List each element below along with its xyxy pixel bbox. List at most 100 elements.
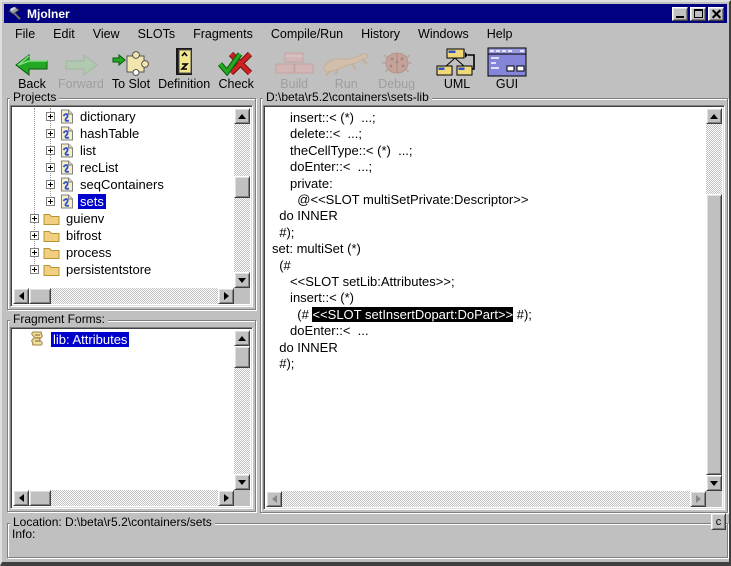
scroll-left-button[interactable] [13,490,29,506]
code-line[interactable]: do INNER [272,208,706,224]
code-line[interactable]: do INNER [272,340,706,356]
scroll-document-icon [29,331,45,347]
maximize-button[interactable] [690,7,706,21]
expand-icon[interactable] [30,265,39,274]
folder-icon [43,212,60,225]
scroll-up-button[interactable] [234,330,250,346]
run-button[interactable]: Run [318,45,374,91]
code-line[interactable]: #); [272,225,706,241]
code-line[interactable]: insert::< (*) ...; [272,110,706,126]
tree-item-dictionary[interactable]: dictionary [13,108,234,125]
expand-icon[interactable] [46,197,55,206]
tree-item-bifrost[interactable]: bifrost [13,227,234,244]
code-line[interactable]: doEnter::< ...; [272,159,706,175]
menu-view[interactable]: View [84,25,129,43]
code-line[interactable]: private: [272,176,706,192]
expand-icon[interactable] [46,112,55,121]
scroll-left-button[interactable] [266,491,282,507]
expand-icon[interactable] [30,248,39,257]
back-arrow-icon [14,53,50,77]
code-line-with-selection[interactable]: (# <<SLOT setInsertDopart:DoPart>> #); [272,307,706,323]
menu-help[interactable]: Help [478,25,522,43]
expand-icon[interactable] [30,214,39,223]
tree-item-label: recList [78,160,120,175]
minimize-button[interactable] [672,7,688,21]
menu-file[interactable]: File [6,25,44,43]
menu-history[interactable]: History [352,25,409,43]
gui-button[interactable]: GUI [483,45,531,91]
close-button[interactable] [708,7,724,21]
code-line[interactable]: theCellType::< (*) ...; [272,143,706,159]
scroll-up-button[interactable] [234,108,250,124]
scroll-up-button[interactable] [706,108,722,124]
tree-item-list[interactable]: list [13,142,234,159]
debug-button[interactable]: Debug [374,45,419,91]
scroll-down-button[interactable] [706,475,722,491]
code-line[interactable]: @<<SLOT multiSetPrivate:Descriptor>> [272,192,706,208]
tree-item-process[interactable]: process [13,244,234,261]
arrow-up-icon [238,332,246,341]
scroll-thumb[interactable] [29,288,51,304]
title-bar[interactable]: Mjolner [4,4,727,23]
code-line[interactable]: delete::< ...; [272,126,706,142]
menu-fragments[interactable]: Fragments [184,25,262,43]
definition-button[interactable]: Definition [154,45,214,91]
editor-vertical-scrollbar[interactable] [706,108,722,491]
fragment-forms-list[interactable]: lib: Attributes [10,327,253,509]
tree-item-hashtable[interactable]: hashTable [13,125,234,142]
scroll-thumb[interactable] [234,346,250,368]
tree-item-sets[interactable]: sets [13,193,234,210]
projects-horizontal-scrollbar[interactable] [13,288,234,304]
check-button[interactable]: Check [214,45,258,91]
to-slot-button[interactable]: To Slot [108,45,154,91]
scroll-right-button[interactable] [218,288,234,304]
tree-item-persistentstore[interactable]: persistentstore [13,261,234,278]
expand-icon[interactable] [46,146,55,155]
code-line[interactable]: <<SLOT setLib:Attributes>>; [272,274,706,290]
window-controls [672,7,724,21]
menu-edit[interactable]: Edit [44,25,84,43]
scroll-thumb[interactable] [29,490,51,506]
projects-tree[interactable]: dictionary hashTable list recList [10,105,253,307]
arrow-up-icon [710,110,718,119]
code-line[interactable]: insert::< (*) [272,290,706,306]
projects-vertical-scrollbar[interactable] [234,108,250,288]
scroll-right-button[interactable] [690,491,706,507]
arrow-left-icon [268,495,277,503]
scroll-down-button[interactable] [234,474,250,490]
scroll-thumb[interactable] [706,194,722,475]
fragment-form-item[interactable]: lib: Attributes [13,330,234,348]
fragment-forms-vertical-scrollbar[interactable] [234,330,250,490]
code-editor[interactable]: insert::< (*) ...; delete::< ...; theCel… [263,105,725,510]
uml-button[interactable]: UML [431,45,483,91]
code-line[interactable]: #); [272,356,706,372]
selected-slot-text[interactable]: <<SLOT setInsertDopart:DoPart>> [312,307,513,322]
tree-item-reclist[interactable]: recList [13,159,234,176]
expand-icon[interactable] [46,163,55,172]
class-diagram-icon [435,47,479,77]
editor-horizontal-scrollbar[interactable] [266,491,706,507]
menu-windows[interactable]: Windows [409,25,478,43]
code-line[interactable]: doEnter::< ... [272,323,706,339]
bricks-icon [274,51,314,77]
menu-compile-run[interactable]: Compile/Run [262,25,352,43]
fragment-forms-horizontal-scrollbar[interactable] [13,490,234,506]
compile-c-button[interactable]: c [711,513,726,530]
scroll-thumb[interactable] [234,176,250,198]
code-text: doEnter::< ... [272,323,368,338]
mjolner-window: Mjolner File Edit View SLOTs Fragments C… [0,0,731,566]
back-button[interactable]: Back [10,45,54,91]
forward-button[interactable]: Forward [54,45,108,91]
scroll-right-button[interactable] [218,490,234,506]
menu-slots[interactable]: SLOTs [129,25,185,43]
tree-item-seqcontainers[interactable]: seqContainers [13,176,234,193]
expand-icon[interactable] [46,180,55,189]
scroll-left-button[interactable] [13,288,29,304]
expand-icon[interactable] [46,129,55,138]
scroll-down-button[interactable] [234,272,250,288]
code-line[interactable]: set: multiSet (*) [272,241,706,257]
tree-item-guienv[interactable]: guienv [13,210,234,227]
build-button[interactable]: Build [270,45,318,91]
expand-icon[interactable] [30,231,39,240]
code-line[interactable]: (# [272,258,706,274]
